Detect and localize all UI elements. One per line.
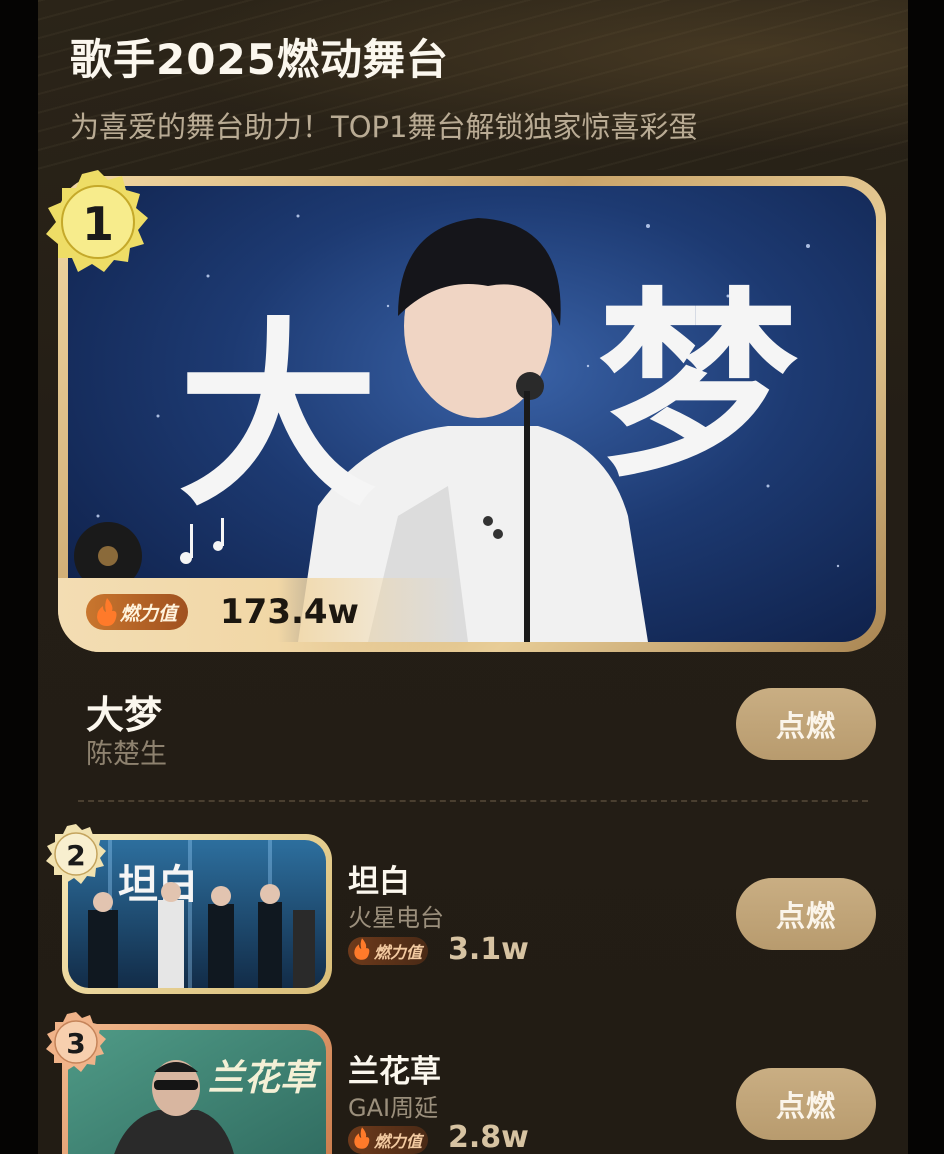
heat-label-2: 燃力值 xyxy=(374,943,423,962)
flame-icon xyxy=(354,1127,370,1149)
song-title: 大梦 xyxy=(86,693,163,737)
artwork-title-left: 大 xyxy=(178,299,378,534)
song-artist: 陈楚生 xyxy=(86,739,167,770)
featured-stage-artwork[interactable]: 大 梦 xyxy=(68,186,876,642)
artwork-title-3: 兰花草 xyxy=(208,1057,322,1099)
song-artist-3: GAI周延 xyxy=(348,1094,439,1122)
heat-label: 燃力值 xyxy=(120,602,178,625)
rank-badge-icon: 2 xyxy=(46,824,106,884)
artwork-title-right: 梦 xyxy=(598,269,798,504)
heat-value-2: 3.1w xyxy=(448,932,529,967)
song-artist-2: 火星电台 xyxy=(348,904,444,932)
rank-badge-icon: 1 xyxy=(46,170,148,272)
rank-number-1: 1 xyxy=(82,197,114,251)
stage-ranking-panel: 歌手2025燃动舞台 为喜爱的舞台助力！TOP1舞台解锁独家惊喜彩蛋 大 梦 1… xyxy=(38,0,908,1154)
page-title: 歌手2025燃动舞台 xyxy=(70,35,449,84)
divider xyxy=(78,800,868,802)
ignite-button-3[interactable]: 点燃 xyxy=(736,1068,876,1140)
ignite-button[interactable]: 点燃 xyxy=(736,688,876,760)
page: 歌手2025燃动舞台 为喜爱的舞台助力！TOP1舞台解锁独家惊喜彩蛋 大 梦 1… xyxy=(0,0,944,1154)
flame-icon xyxy=(354,938,370,960)
rank-badge-icon: 3 xyxy=(46,1012,106,1072)
heat-value-3: 2.8w xyxy=(448,1120,529,1154)
featured-artwork-svg: 大 梦 xyxy=(74,214,840,642)
song-title-2: 坦白 xyxy=(348,864,410,900)
heat-label-3: 燃力值 xyxy=(374,1132,423,1151)
ignite-button-2[interactable]: 点燃 xyxy=(736,878,876,950)
rank-number-3: 3 xyxy=(66,1027,85,1060)
rank-number-2: 2 xyxy=(66,839,85,872)
song-title-3: 兰花草 xyxy=(348,1054,441,1090)
flame-icon xyxy=(97,598,117,626)
page-subtitle: 为喜爱的舞台助力！TOP1舞台解锁独家惊喜彩蛋 xyxy=(70,110,698,144)
heat-value: 173.4w xyxy=(220,592,359,632)
